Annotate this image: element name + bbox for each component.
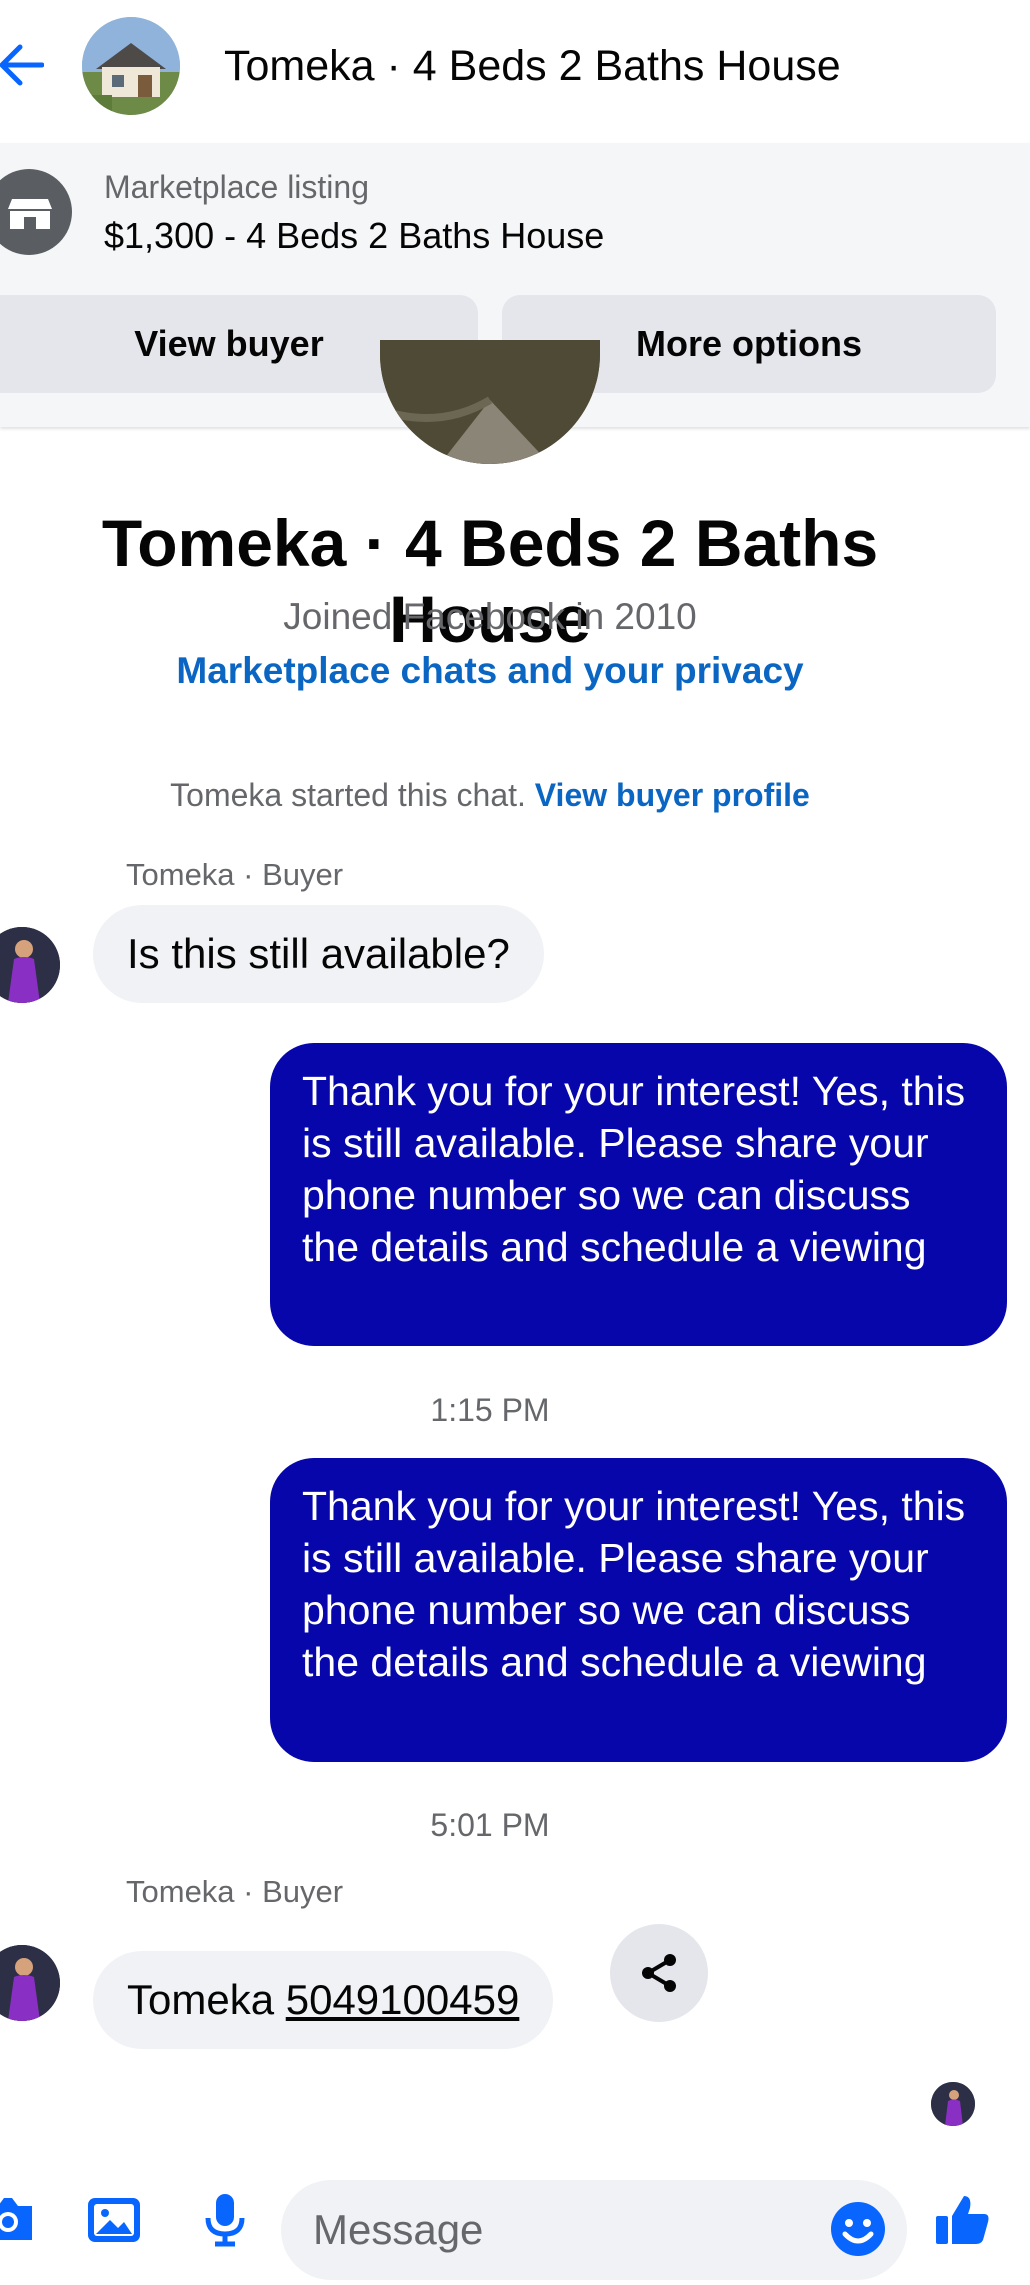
sender-label: Tomeka · Buyer [126,1874,344,1909]
sender-label: Tomeka · Buyer [126,857,344,892]
message-composer: Message [0,2150,1030,2285]
gallery-icon[interactable] [84,2190,144,2250]
outgoing-message[interactable]: Thank you for your interest! Yes, this i… [270,1043,1007,1346]
listing-title[interactable]: $1,300 - 4 Beds 2 Baths House [104,215,604,257]
chat-started-notice: Tomeka started this chat. View buyer pro… [0,777,980,814]
like-icon[interactable] [932,2190,992,2250]
incoming-message[interactable]: Tomeka 5049100459 [93,1951,554,2049]
message-sender-name: Tomeka [127,1976,275,2023]
read-receipt-avatar [931,2082,975,2126]
buyer-avatar[interactable] [0,927,60,1003]
share-icon [642,1954,676,1992]
house-thumbnail[interactable] [82,17,180,115]
message-placeholder: Message [313,2206,484,2253]
message-input[interactable]: Message [281,2180,907,2280]
outgoing-message[interactable]: Thank you for your interest! Yes, this i… [270,1458,1007,1762]
buyer-avatar[interactable] [0,1945,60,2021]
arrow-left-icon[interactable] [0,40,44,90]
conversation-header: Tomeka · 4 Beds 2 Baths House [0,0,1030,140]
listing-label: Marketplace listing [104,169,369,205]
joined-info: Joined Facebook in 2010 [283,596,697,637]
privacy-link[interactable]: Marketplace chats and your privacy [0,650,980,692]
phone-number-link[interactable]: 5049100459 [286,1976,520,2024]
incoming-message[interactable]: Is this still available? [93,905,544,1003]
timestamp: 5:01 PM [430,1807,550,1843]
timestamp: 1:15 PM [430,1392,550,1428]
emoji-icon[interactable] [829,2200,887,2258]
microphone-icon[interactable] [195,2190,255,2250]
conversation-title: Tomeka · 4 Beds 2 Baths House [224,42,841,90]
chat-started-text: Tomeka started this chat. [170,777,526,813]
profile-photo[interactable] [380,340,600,464]
storefront-icon [0,169,72,255]
share-button[interactable] [610,1924,708,2022]
camera-icon[interactable] [0,2190,38,2250]
view-buyer-profile-link[interactable]: View buyer profile [535,777,810,813]
